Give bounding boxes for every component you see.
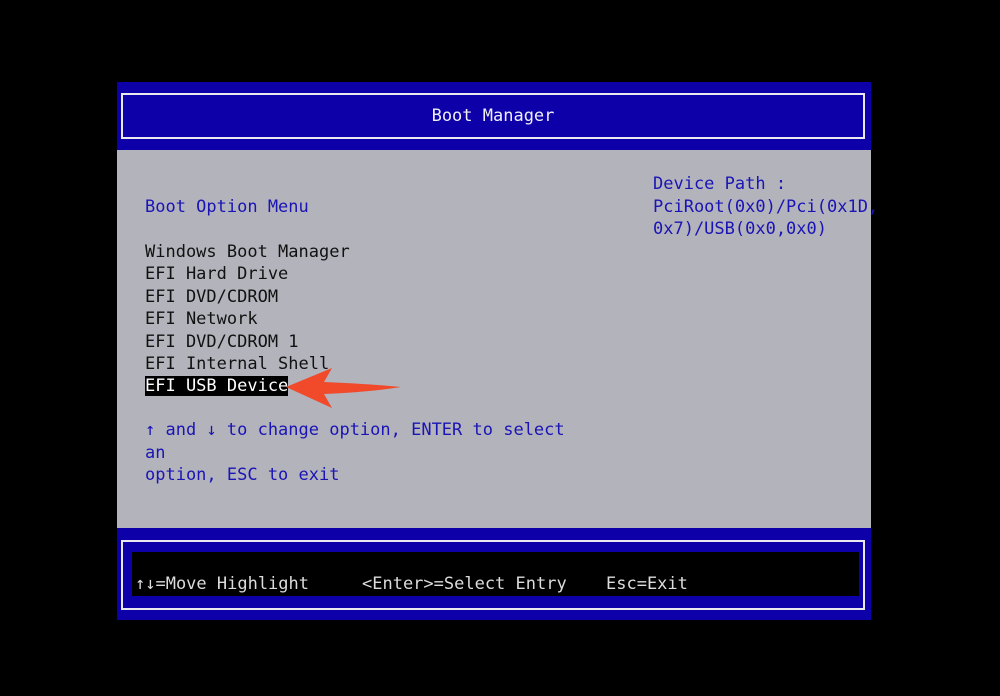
boot-manager-window: Boot Manager Boot Option Menu Windows Bo… <box>117 82 879 620</box>
title-bar: Boot Manager <box>117 82 871 150</box>
boot-option-efi-dvd-cdrom-1[interactable]: EFI DVD/CDROM 1 <box>145 331 350 353</box>
title-frame: Boot Manager <box>121 93 865 139</box>
device-path-line-1: PciRoot(0x0)/Pci(0x1D, <box>653 196 879 217</box>
menu-heading: Boot Option Menu <box>145 197 309 217</box>
footer-select-hint: <Enter>=Select Entry <box>362 574 567 594</box>
footer-move-hint: ↑↓=Move Highlight <box>135 574 309 594</box>
window-title: Boot Manager <box>431 106 555 126</box>
boot-option-efi-hard-drive[interactable]: EFI Hard Drive <box>145 263 350 285</box>
red-arrow-pointer-icon <box>280 364 406 414</box>
help-text: ↑ and ↓ to change option, ENTER to selec… <box>145 419 585 487</box>
device-path-label: Device Path : <box>653 174 787 194</box>
boot-option-windows-boot-manager[interactable]: Windows Boot Manager <box>145 241 350 263</box>
footer-exit-hint: Esc=Exit <box>606 574 688 594</box>
boot-option-efi-network[interactable]: EFI Network <box>145 308 350 330</box>
help-text-line-2: option, ESC to exit <box>145 465 340 485</box>
help-text-line-1: ↑ and ↓ to change option, ENTER to selec… <box>145 420 565 463</box>
footer-bar: ↑↓=Move Highlight <Enter>=Select Entry E… <box>117 528 871 620</box>
device-path-panel: Device Path : PciRoot(0x0)/Pci(0x1D, 0x7… <box>653 173 879 241</box>
device-path-line-2: 0x7)/USB(0x0,0x0) <box>653 219 827 239</box>
boot-option-efi-dvd-cdrom[interactable]: EFI DVD/CDROM <box>145 286 350 308</box>
